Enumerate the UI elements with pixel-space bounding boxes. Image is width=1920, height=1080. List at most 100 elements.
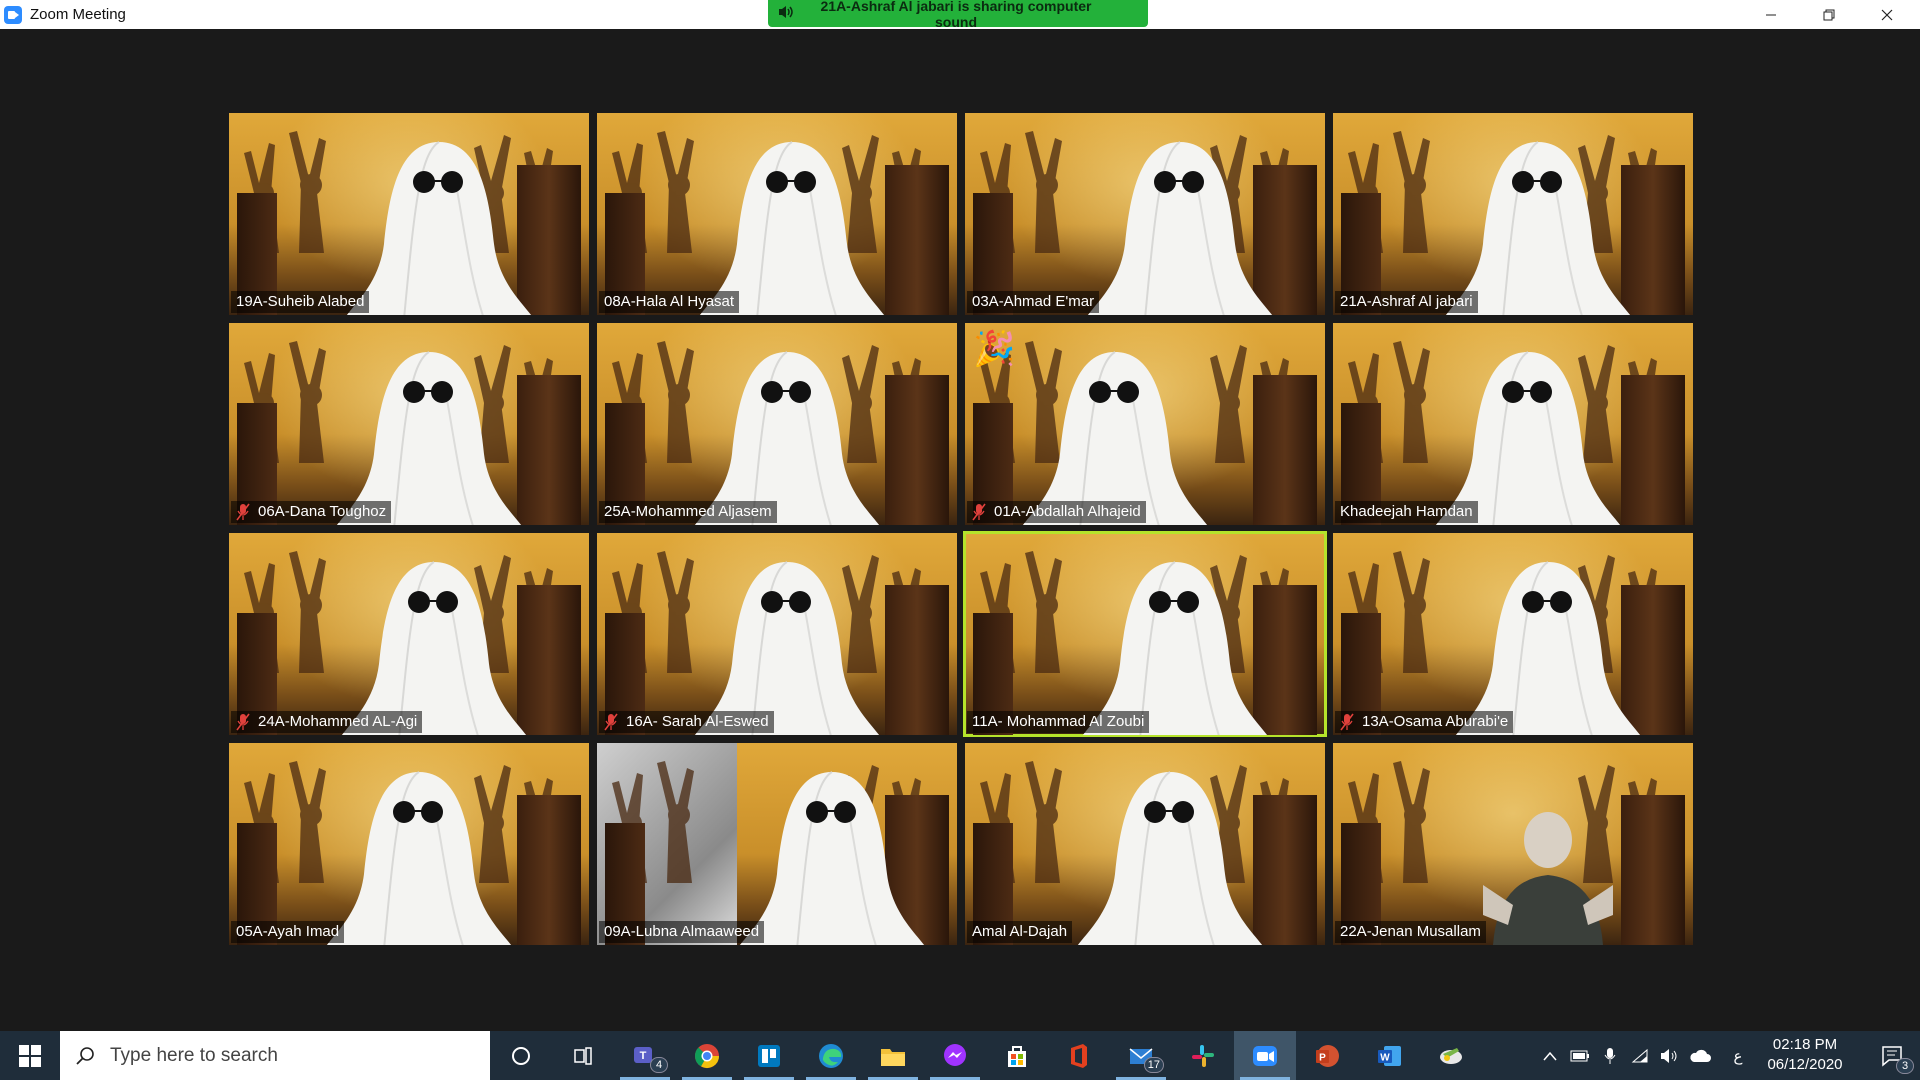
background-cabinet <box>1621 795 1685 945</box>
taskbar-app-powerpoint[interactable]: P <box>1296 1031 1358 1080</box>
volume-icon <box>1661 1048 1677 1063</box>
ghost-video-filter <box>341 561 527 735</box>
wifi-icon <box>1631 1048 1648 1062</box>
whiteboard-icon <box>1440 1047 1462 1064</box>
participant-tile[interactable]: Khadeejah Hamdan <box>1333 323 1693 525</box>
minimize-button[interactable] <box>1742 0 1800 29</box>
participant-name: 16A- Sarah Al-Eswed <box>626 713 769 730</box>
cortana-icon <box>512 1046 530 1065</box>
reaction-icon: 🎉 <box>973 330 1016 368</box>
participant-name: 22A-Jenan Musallam <box>1340 923 1481 940</box>
slack-icon <box>1192 1044 1214 1067</box>
participant-tile[interactable]: 11A- Mohammad Al Zoubi <box>963 531 1327 737</box>
participant-tile[interactable]: 05A-Ayah Imad <box>229 743 589 945</box>
sharing-sound-banner[interactable]: 21A-Ashraf Al jabari is sharing computer… <box>768 0 1148 30</box>
background-cabinet <box>885 585 949 735</box>
participant-tile[interactable]: 08A-Hala Al Hyasat <box>597 113 957 315</box>
network-button[interactable] <box>1625 1031 1655 1080</box>
participant-tile[interactable]: 16A- Sarah Al-Eswed <box>597 533 957 735</box>
participant-name-tag: 22A-Jenan Musallam <box>1335 921 1486 943</box>
clock-time: 02:18 PM <box>1772 1036 1838 1053</box>
taskbar-app-teams[interactable]: T4 <box>614 1031 676 1080</box>
participant-name-tag: Amal Al-Dajah <box>967 921 1073 943</box>
participant-tile[interactable]: 19A-Suheib Alabed <box>229 113 589 315</box>
participant-grid: 19A-Suheib Alabed 08A-Hala Al Hyasat 03A-A… <box>229 113 1693 946</box>
cloud-icon <box>1690 1049 1711 1062</box>
background-cabinet <box>885 165 949 315</box>
taskbar-app-zoom[interactable] <box>1234 1031 1296 1080</box>
svg-text:P: P <box>1319 1052 1326 1063</box>
participant-tile[interactable]: 🎉 01A-Abdallah Alhajeid <box>965 323 1325 525</box>
participant-tile[interactable]: 09A-Lubna Almaaweed <box>597 743 957 945</box>
speaker-icon <box>768 5 804 22</box>
search-icon <box>60 1046 110 1066</box>
system-tray: ع <box>1535 1031 1761 1080</box>
muted-mic-icon <box>1340 713 1354 731</box>
participant-tile[interactable]: Amal Al-Dajah <box>965 743 1325 945</box>
task-view-icon <box>574 1046 592 1065</box>
clock[interactable]: 02:18 PM 06/12/2020 <box>1760 1035 1850 1075</box>
volume-button[interactable] <box>1655 1031 1685 1080</box>
ghost-video-filter <box>694 351 880 525</box>
window-title: Zoom Meeting <box>30 6 126 23</box>
battery-icon <box>1570 1050 1589 1061</box>
taskbar-app-slack[interactable] <box>1172 1031 1234 1080</box>
restore-button[interactable] <box>1800 0 1858 29</box>
cortana-button[interactable] <box>490 1031 552 1080</box>
taskbar-app-file-explorer[interactable] <box>862 1031 924 1080</box>
microphone-icon <box>1604 1047 1616 1064</box>
battery-button[interactable] <box>1565 1031 1595 1080</box>
participant-name-tag: 21A-Ashraf Al jabari <box>1335 291 1478 313</box>
search-input[interactable] <box>110 1044 470 1067</box>
participant-name-tag: Khadeejah Hamdan <box>1335 501 1478 523</box>
show-hidden-icons-button[interactable] <box>1535 1031 1565 1080</box>
taskbar-search[interactable] <box>60 1031 490 1080</box>
input-language-button[interactable]: ع <box>1715 1031 1761 1080</box>
ghost-video-filter <box>1435 351 1621 525</box>
windows-logo-icon <box>19 1044 41 1067</box>
onedrive-button[interactable] <box>1685 1031 1715 1080</box>
taskbar-app-mail[interactable]: 17 <box>1110 1031 1172 1080</box>
participant-name: 08A-Hala Al Hyasat <box>604 293 735 310</box>
participant-name: Khadeejah Hamdan <box>1340 503 1473 520</box>
background-cabinet <box>517 795 581 945</box>
participant-tile[interactable]: 06A-Dana Toughoz <box>229 323 589 525</box>
participant-tile[interactable]: 03A-Ahmad E'mar <box>965 113 1325 315</box>
notification-count: 3 <box>1896 1058 1914 1074</box>
taskbar-app-whiteboard[interactable] <box>1420 1031 1482 1080</box>
participant-name: 01A-Abdallah Alhajeid <box>994 503 1141 520</box>
background-cabinet <box>1253 375 1317 525</box>
close-button[interactable] <box>1858 0 1916 29</box>
taskbar-app-edge[interactable] <box>800 1031 862 1080</box>
store-icon <box>1008 1045 1026 1067</box>
taskbar-app-messenger[interactable] <box>924 1031 986 1080</box>
participant-tile[interactable]: 22A-Jenan Musallam <box>1333 743 1693 945</box>
muted-mic-icon <box>972 503 986 521</box>
zoom-app-icon <box>4 5 22 24</box>
taskbar-app-store[interactable] <box>986 1031 1048 1080</box>
action-center-button[interactable]: 3 <box>1866 1031 1920 1080</box>
taskbar-app-word[interactable]: W <box>1358 1031 1420 1080</box>
taskbar-app-trello[interactable] <box>738 1031 800 1080</box>
participant-name-tag: 11A- Mohammad Al Zoubi <box>967 711 1150 733</box>
background-cabinet <box>1621 375 1685 525</box>
start-button[interactable] <box>0 1031 60 1080</box>
ghost-video-filter <box>1022 351 1208 525</box>
microphone-button[interactable] <box>1595 1031 1625 1080</box>
chevron-up-icon <box>1543 1051 1557 1060</box>
participant-tile[interactable]: 25A-Mohammed Aljasem <box>597 323 957 525</box>
participant-name-tag: 25A-Mohammed Aljasem <box>599 501 777 523</box>
participant-tile[interactable]: 21A-Ashraf Al jabari <box>1333 113 1693 315</box>
muted-mic-icon <box>236 713 250 731</box>
participant-name: 11A- Mohammad Al Zoubi <box>972 713 1145 730</box>
minimize-icon <box>1766 14 1776 15</box>
participant-tile[interactable]: 13A-Osama Aburabi'e <box>1333 533 1693 735</box>
task-view-button[interactable] <box>552 1031 614 1080</box>
taskbar-app-office[interactable] <box>1048 1031 1110 1080</box>
muted-mic-icon <box>236 503 250 521</box>
participant-tile[interactable]: 24A-Mohammed AL-Agi <box>229 533 589 735</box>
sharing-banner-text: 21A-Ashraf Al jabari is sharing computer… <box>820 0 1092 30</box>
messenger-icon <box>944 1043 966 1066</box>
ghost-video-filter <box>1455 561 1641 735</box>
taskbar-app-chrome[interactable] <box>676 1031 738 1080</box>
